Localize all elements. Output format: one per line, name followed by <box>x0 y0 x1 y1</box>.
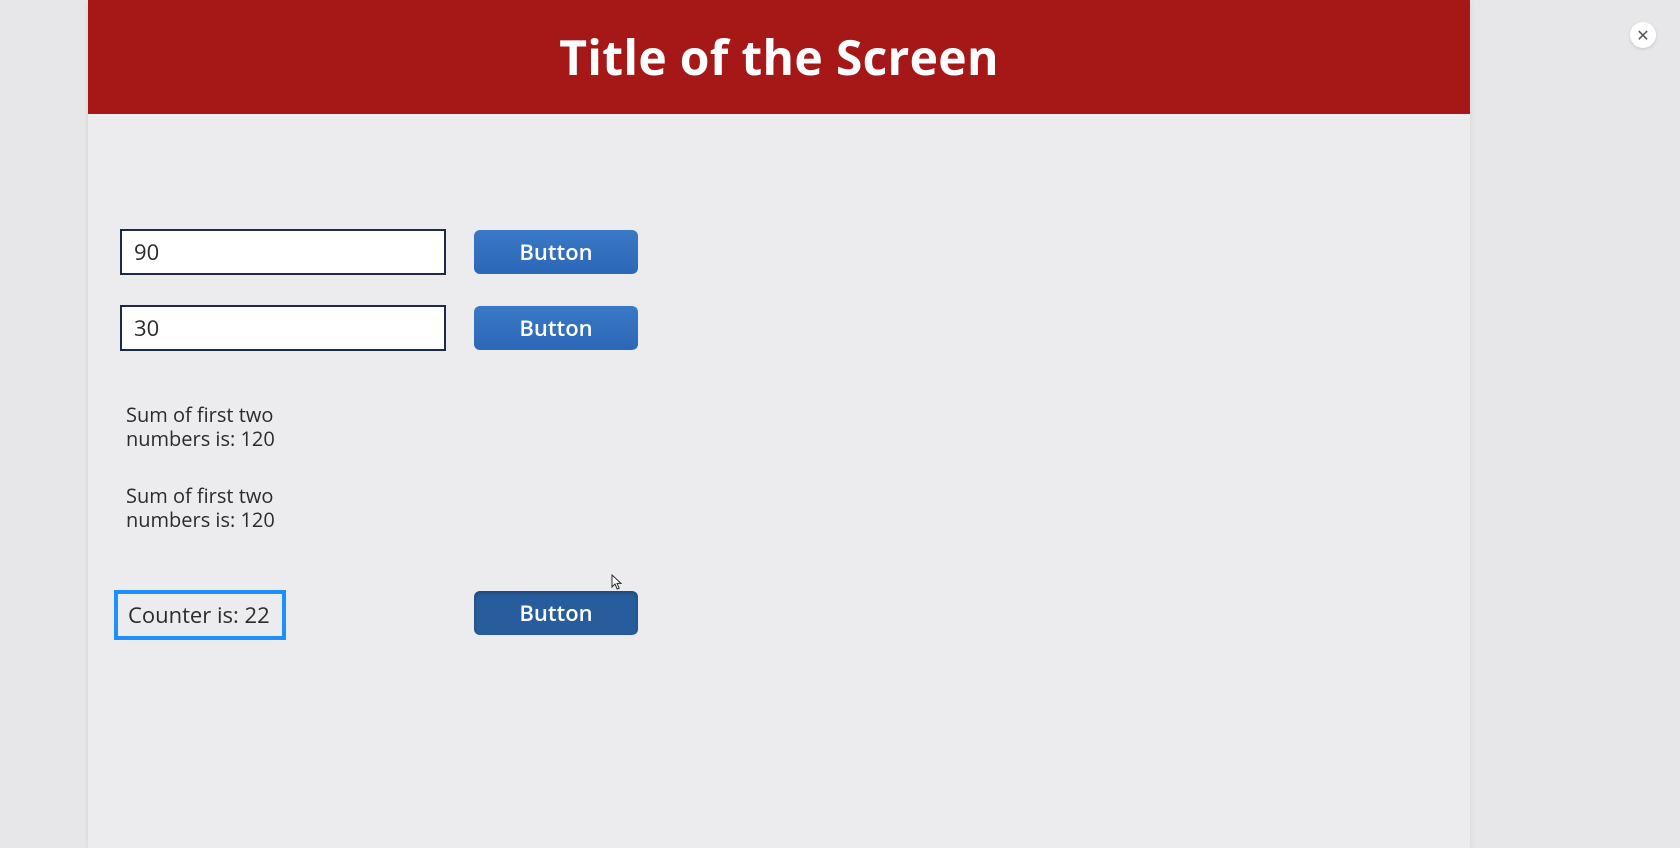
page-root: Title of the Screen Button Button Sum of… <box>0 0 1680 848</box>
close-icon: ✕ <box>1636 24 1649 46</box>
submit-button-2[interactable]: Button <box>474 306 638 350</box>
input-row-1: Button <box>120 229 638 275</box>
counter-button[interactable]: Button <box>474 591 638 635</box>
number-input-2[interactable] <box>120 305 446 351</box>
screen-title: Title of the Screen <box>559 25 999 90</box>
sum-result-2: Sum of first two numbers is: 120 <box>126 484 306 532</box>
app-header: Title of the Screen <box>88 0 1470 114</box>
app-card: Title of the Screen Button Button Sum of… <box>88 0 1470 848</box>
counter-display: Counter is: 22 <box>114 590 286 640</box>
sum-result-1: Sum of first two numbers is: 120 <box>126 403 306 451</box>
input-row-2: Button <box>120 305 638 351</box>
close-button[interactable]: ✕ <box>1630 22 1656 48</box>
submit-button-1[interactable]: Button <box>474 230 638 274</box>
mouse-cursor-icon <box>611 574 625 592</box>
content-area: Button Button Sum of first two numbers i… <box>88 114 1470 848</box>
number-input-1[interactable] <box>120 229 446 275</box>
counter-button-row: Button <box>474 591 638 635</box>
